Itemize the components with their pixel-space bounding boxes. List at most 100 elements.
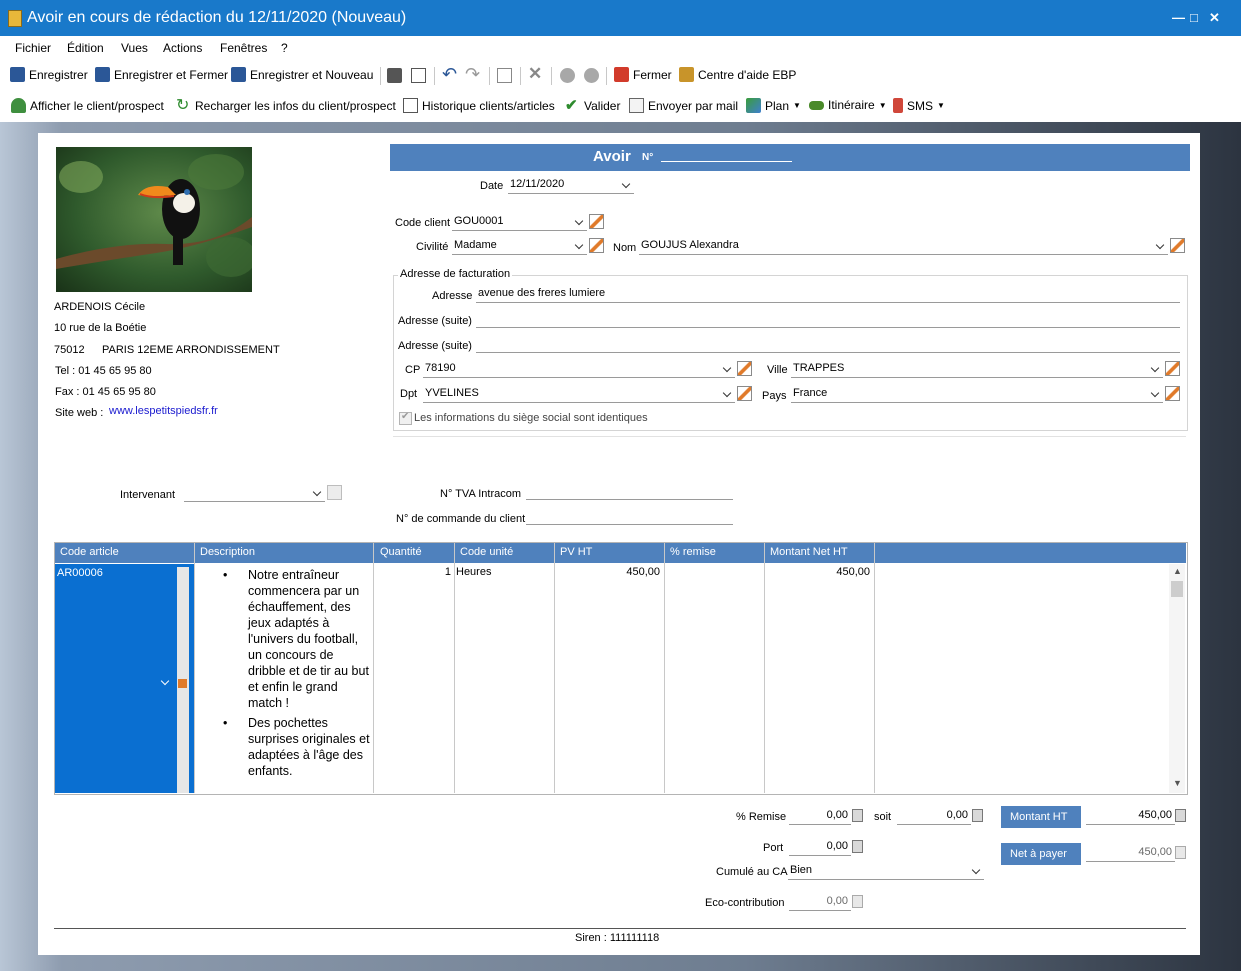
undo-icon[interactable]: ↶ [442,64,457,85]
edit-pencil-icon[interactable] [327,485,342,500]
edit-pencil-icon[interactable] [737,361,752,376]
copy-icon[interactable] [497,68,512,83]
column-header[interactable]: Description [200,546,256,558]
net-amount-cell[interactable]: 450,00 [765,566,873,578]
description-cell[interactable]: • Notre entraîneur commencera par un éch… [220,567,370,779]
grid-scrollbar[interactable]: ▲ ▼ [1169,564,1185,793]
scroll-thumb[interactable] [1171,581,1183,597]
cp-combo[interactable]: 78190 [423,361,735,378]
city-label: Ville [767,364,788,376]
discount-amount-input[interactable]: 0,00 [897,808,971,825]
city-combo[interactable]: TRAPPES [791,361,1163,378]
net-to-pay-button[interactable]: Net à payer [1001,843,1081,865]
edit-pencil-icon[interactable] [589,238,604,253]
next-icon[interactable] [584,68,599,83]
send-mail-button[interactable]: Envoyer par mail [629,98,738,113]
menu-vues[interactable]: Vues [121,41,148,55]
company-name: ARDENOIS Cécile [54,301,146,313]
show-client-button[interactable]: Afficher le client/prospect [11,98,164,113]
edit-pencil-icon[interactable] [589,214,604,229]
itinerary-dropdown[interactable]: Itinéraire ▼ [809,98,887,112]
quantity-cell[interactable]: 1 [374,566,454,578]
same-hq-checkbox[interactable]: ✔ [399,411,412,425]
save-button[interactable]: Enregistrer [10,67,88,82]
date-label: Date [480,180,504,192]
edit-pencil-icon[interactable] [737,386,752,401]
history-button[interactable]: Historique clients/articles [403,98,555,113]
user-icon [11,98,26,113]
column-header[interactable]: PV HT [560,546,593,558]
scroll-up-icon[interactable]: ▲ [1173,566,1182,576]
column-header[interactable]: % remise [670,546,716,558]
window-title: Avoir en cours de rédaction du 12/11/202… [27,9,407,26]
edit-pencil-icon[interactable] [1165,386,1180,401]
client-code-combo[interactable]: GOU0001 [452,214,587,231]
date-picker[interactable]: 12/11/2020 [508,177,634,194]
save-new-button[interactable]: Enregistrer et Nouveau [231,67,373,82]
calculator-icon[interactable] [1175,809,1186,822]
customer-order-input[interactable] [526,508,733,525]
address3-input[interactable] [476,336,1180,353]
scroll-down-icon[interactable]: ▼ [1173,778,1182,788]
calculator-icon[interactable] [972,809,983,822]
company-zip: 75012 [54,344,85,356]
document-number-field[interactable] [661,161,792,162]
civility-combo[interactable]: Madame [452,238,587,255]
maximize-button[interactable]: □ [1190,10,1198,25]
unit-cell[interactable]: Heures [456,566,491,578]
close-window-button[interactable]: ✕ [1209,10,1220,26]
close-button[interactable]: Fermer [614,67,672,82]
edit-pencil-icon[interactable] [178,679,187,688]
department-combo[interactable]: YVELINES [423,386,735,403]
address2-input[interactable] [476,311,1180,328]
description-bullet: • Notre entraîneur commencera par un éch… [223,568,369,710]
vat-input[interactable] [526,483,733,500]
save-close-button[interactable]: Enregistrer et Fermer [95,67,228,82]
company-website-link[interactable]: www.lespetitspiedsfr.fr [109,405,218,417]
menu-help[interactable]: ? [281,41,288,55]
reload-client-button[interactable]: ↻ Recharger les infos du client/prospect [176,98,396,114]
validate-button[interactable]: ✔ Valider [565,98,620,113]
discount-percent-input[interactable]: 0,00 [789,808,851,825]
envelope-icon [629,98,644,113]
menu-fenetres[interactable]: Fenêtres [220,41,267,55]
column-header[interactable]: Quantité [380,546,422,558]
country-combo[interactable]: France [791,386,1163,403]
close-icon [614,67,629,82]
edit-pencil-icon[interactable] [1170,238,1185,253]
minimize-button[interactable]: — [1172,10,1185,25]
calculator-icon[interactable] [852,809,863,822]
address-input[interactable]: avenue des freres lumiere [476,286,1180,303]
company-street: 10 rue de la Boétie [54,322,147,334]
montant-ht-button[interactable]: Montant HT [1001,806,1081,828]
cumul-ca-combo[interactable]: Bien [788,863,984,880]
previous-icon[interactable] [560,68,575,83]
sms-dropdown[interactable]: SMS ▼ [893,98,945,113]
menu-actions[interactable]: Actions [163,41,202,55]
article-code-cell[interactable]: AR00006 [55,564,194,793]
help-center-button[interactable]: Centre d'aide EBP [679,67,796,82]
net-to-pay-value: 450,00 [1086,845,1175,862]
column-header[interactable]: Code article [60,546,119,558]
document-type: Avoir [593,148,631,165]
chevron-down-icon[interactable] [160,676,170,686]
calculator-icon[interactable] [1175,846,1186,859]
checkmark-icon: ✔ [565,97,578,114]
intervenant-combo[interactable] [184,485,325,502]
column-header[interactable]: Code unité [460,546,514,558]
edit-pencil-icon[interactable] [1165,361,1180,376]
menu-fichier[interactable]: Fichier [15,41,51,55]
history-icon [403,98,418,113]
delete-icon[interactable]: ✕ [528,64,542,84]
print-preview-icon[interactable] [411,68,426,83]
unit-price-cell[interactable]: 450,00 [555,566,663,578]
calculator-icon[interactable] [852,840,863,853]
menu-edition[interactable]: Édition [67,41,104,55]
column-header[interactable]: Montant Net HT [770,546,848,558]
plan-dropdown[interactable]: Plan ▼ [746,98,801,113]
save-close-icon [95,67,110,82]
print-icon[interactable] [387,68,402,83]
name-combo[interactable]: GOUJUS Alexandra [639,238,1168,255]
port-input[interactable]: 0,00 [789,839,851,856]
redo-icon[interactable]: ↷ [465,64,480,85]
